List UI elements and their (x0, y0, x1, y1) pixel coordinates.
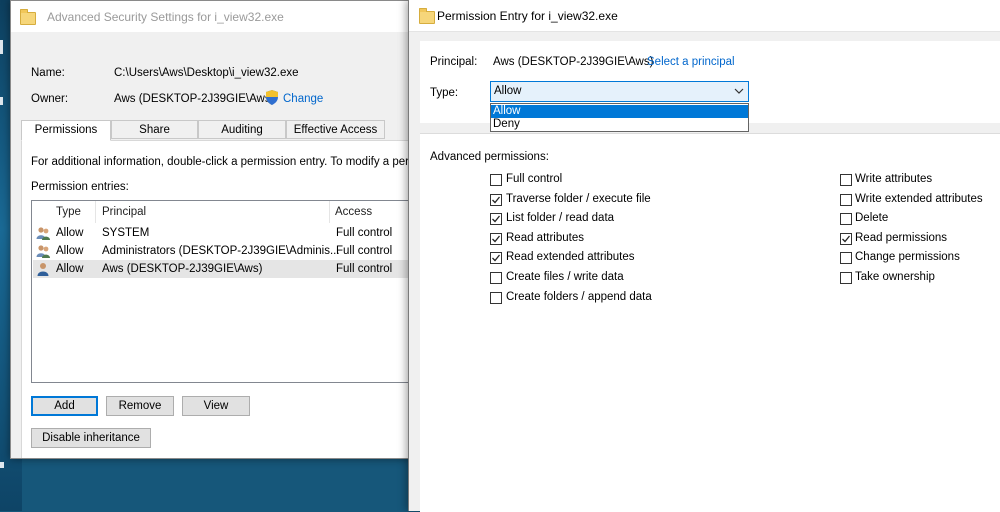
row-access: Full control (336, 245, 393, 257)
row-access: Full control (336, 227, 393, 239)
column-header-access[interactable]: Access (335, 201, 372, 223)
permission-label: Create folders / append data (506, 290, 652, 303)
advanced-security-settings-window: Advanced Security Settings for i_view32.… (10, 0, 416, 459)
user-icon (37, 263, 49, 276)
permission-checkbox[interactable] (840, 213, 852, 226)
folder-icon (419, 8, 435, 24)
permission-checkbox[interactable] (490, 272, 502, 284)
checkmark-icon (842, 235, 851, 243)
users-group-icon (36, 245, 50, 258)
permission-checkbox[interactable] (840, 272, 852, 284)
tab-auditing[interactable]: Auditing (198, 120, 286, 139)
owner-label: Owner: (31, 93, 69, 105)
principal-value: Aws (DESKTOP-2J39GIE\Aws) (493, 56, 654, 68)
permission-entries-label: Permission entries: (31, 181, 129, 193)
advanced-permissions-label: Advanced permissions: (430, 151, 549, 163)
permission-checkbox[interactable] (490, 174, 502, 186)
shield-icon (266, 90, 278, 105)
type-select-value: Allow (494, 85, 522, 97)
view-button[interactable]: View (182, 396, 250, 416)
row-type: Allow (56, 245, 84, 257)
principal-label: Principal: (430, 56, 478, 68)
change-owner-link[interactable]: Change (283, 93, 323, 105)
checkmark-icon (492, 215, 501, 223)
permission-label: Read extended attributes (506, 251, 635, 264)
add-button[interactable]: Add (31, 396, 98, 416)
name-value: C:\Users\Aws\Desktop\i_view32.exe (114, 67, 299, 79)
row-type: Allow (56, 227, 84, 239)
permission-label: Delete (855, 212, 889, 225)
row-principal: SYSTEM (102, 227, 150, 239)
permission-label: Traverse folder / execute file (506, 192, 651, 205)
remove-button[interactable]: Remove (106, 396, 174, 416)
type-dropdown-list: Allow Deny (490, 103, 749, 132)
disable-inheritance-button[interactable]: Disable inheritance (31, 428, 151, 448)
window-title: Permission Entry for i_view32.exe (437, 9, 618, 23)
checkmark-icon (492, 235, 501, 243)
permission-checkbox[interactable] (490, 291, 502, 304)
permission-entry-window: Permission Entry for i_view32.exe Princi… (408, 0, 1000, 512)
title-bar[interactable]: Permission Entry for i_view32.exe (409, 0, 1000, 32)
window-title: Advanced Security Settings for i_view32.… (47, 10, 284, 24)
owner-value: Aws (DESKTOP-2J39GIE\Aws) (114, 93, 275, 105)
tab-effective-access[interactable]: Effective Access (286, 120, 385, 139)
permission-label: List folder / read data (506, 212, 615, 225)
type-option-deny[interactable]: Deny (491, 118, 748, 131)
permission-checkbox[interactable] (490, 193, 502, 206)
permission-checkbox[interactable] (490, 232, 502, 245)
permission-checkbox[interactable] (840, 232, 852, 245)
info-text: For additional information, double-click… (31, 156, 416, 168)
table-row[interactable]: Allow Aws (DESKTOP-2J39GIE\Aws) Full con… (33, 260, 415, 278)
permission-checkbox[interactable] (490, 252, 502, 265)
column-header-principal[interactable]: Principal (102, 201, 146, 223)
permission-label: Read attributes (506, 231, 584, 244)
table-row[interactable]: Allow Administrators (DESKTOP-2J39GIE\Ad… (33, 242, 415, 260)
permission-entries-list[interactable]: Type Principal Access Allow SYSTEM Full … (31, 200, 415, 383)
users-group-icon (36, 227, 50, 240)
permission-label: Take ownership (855, 271, 935, 283)
permission-checkbox[interactable] (490, 213, 502, 226)
type-option-allow[interactable]: Allow (491, 105, 748, 118)
permission-checkbox[interactable] (840, 252, 852, 265)
permission-checkbox[interactable] (840, 193, 852, 206)
permission-label: Write extended attributes (855, 192, 983, 205)
title-bar[interactable]: Advanced Security Settings for i_view32.… (11, 1, 415, 32)
folder-icon (20, 9, 36, 25)
checkmark-icon (492, 254, 501, 262)
chevron-down-icon (734, 88, 744, 94)
select-principal-link[interactable]: Select a principal (647, 56, 735, 68)
tab-share[interactable]: Share (111, 120, 198, 139)
table-row[interactable]: Allow SYSTEM Full control (33, 224, 415, 242)
permission-checkbox[interactable] (840, 174, 852, 186)
advanced-permissions-section (420, 133, 1000, 512)
permission-label: Create files / write data (506, 271, 624, 283)
tab-permissions[interactable]: Permissions (21, 120, 111, 141)
row-access: Full control (336, 263, 393, 275)
type-select[interactable]: Allow (490, 81, 749, 102)
name-label: Name: (31, 67, 65, 79)
row-type: Allow (56, 263, 84, 275)
permission-label: Full control (506, 173, 563, 185)
permission-label: Read permissions (855, 231, 948, 244)
row-principal: Administrators (DESKTOP-2J39GIE\Adminis.… (102, 245, 340, 257)
type-label: Type: (430, 87, 459, 99)
column-header-type[interactable]: Type (56, 201, 81, 223)
permission-label: Change permissions (855, 251, 960, 264)
checkmark-icon (492, 196, 501, 204)
row-principal: Aws (DESKTOP-2J39GIE\Aws) (102, 263, 263, 275)
permission-label: Write attributes (855, 173, 933, 185)
